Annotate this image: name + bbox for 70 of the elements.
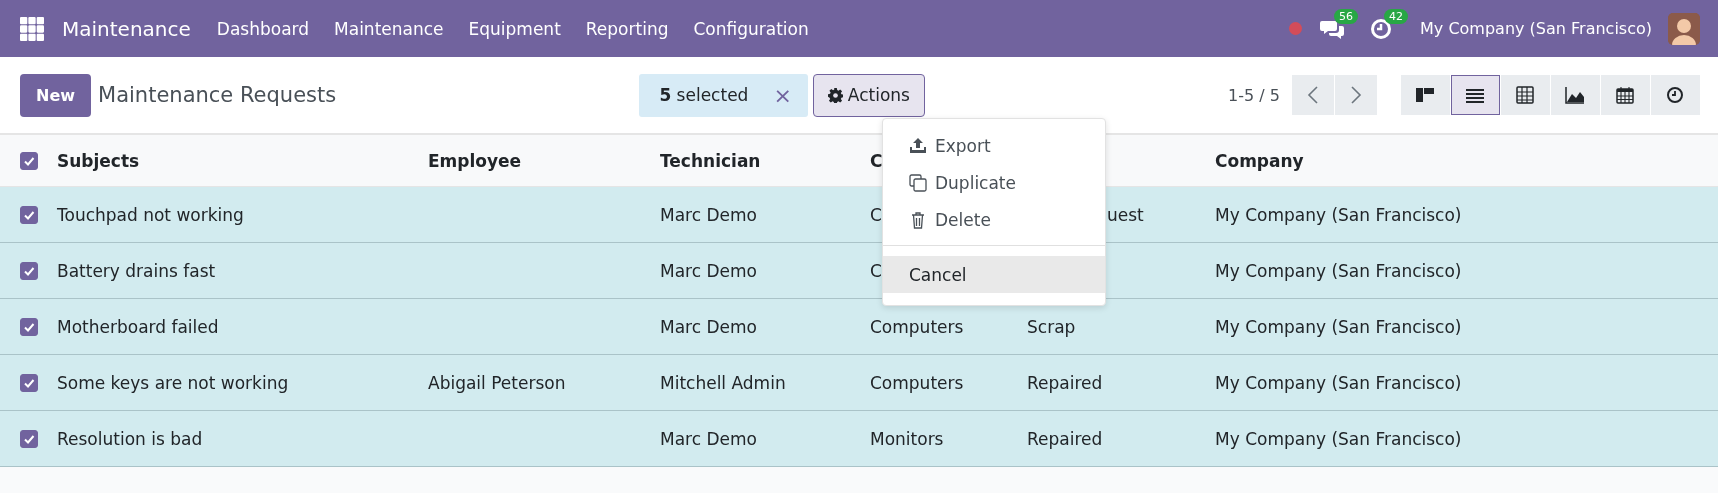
checkbox[interactable] [20,151,38,170]
view-switch-button[interactable] [1451,75,1500,115]
kanban-icon [1415,86,1436,104]
menu-item[interactable]: Export [883,127,1105,164]
clear-selection-button[interactable]: × [773,82,792,108]
table-cell-text: Mitchell Admin [660,372,787,393]
area-chart-icon [1565,86,1586,104]
avatar[interactable] [1668,12,1700,45]
pager-value: 1-5 / 5 [1228,85,1280,105]
gear-icon [827,87,843,103]
checkbox[interactable] [20,317,38,336]
table-cell: Computers [870,316,964,337]
table-cell-text: Marc Demo [660,428,758,449]
table-cell: Repaired [1027,428,1103,449]
table-cell-text: Touchpad not working [57,204,245,225]
table-cell-text: Marc Demo [660,316,758,337]
table-icon [1515,86,1536,104]
upload-icon [909,136,927,155]
company-switcher[interactable]: My Company (San Francisco) [1420,19,1652,38]
checkbox[interactable] [20,373,38,392]
table-cell: C [870,260,882,281]
cancel-menu-item[interactable]: Cancel [883,256,1105,293]
table-cell-text: Marc Demo [660,260,758,281]
table-cell-text: Resolution is bad [57,428,204,449]
checkbox[interactable] [20,261,38,280]
checkbox[interactable] [20,429,38,448]
menu-item[interactable]: Maintenance [334,18,444,39]
table-cell: Computers [870,372,964,393]
table-cell-text: My Company (San Francisco) [1215,316,1463,337]
activity-count-badge: 42 [1384,8,1409,24]
menu-item[interactable]: Delete [883,201,1105,238]
clock-icon [1665,86,1686,104]
table-cell-text: My Company (San Francisco) [1215,372,1463,393]
table-cell: Monitors [870,428,944,449]
copy-icon [909,173,927,192]
menu-item[interactable]: Equipment [468,18,561,39]
table-cell-text: Battery drains fast [57,260,217,281]
table-cell: Repaired [1027,372,1103,393]
table-cell-text: Some keys are not working [57,372,290,393]
table-cell-text: My Company (San Francisco) [1215,204,1463,225]
status-dot-icon [1289,22,1303,35]
table-cell-text: Abigail Peterson [428,372,567,393]
column-header[interactable]: Subjects [57,150,428,171]
checkbox[interactable] [20,205,38,224]
menu-item[interactable]: Dashboard [216,18,310,39]
new-button[interactable]: New [20,73,92,117]
trash-icon [909,210,927,229]
calendar-icon [1615,86,1636,104]
menu-item[interactable]: Configuration [693,18,809,39]
column-header[interactable]: Technician [660,150,870,171]
menu-item[interactable]: Reporting [585,18,669,39]
menu-item[interactable]: Duplicate [883,164,1105,201]
chevron-right-icon [1349,86,1363,104]
table-cell-text: Marc Demo [660,204,758,225]
message-count-badge: 56 [1334,8,1359,24]
chevron-left-icon [1306,86,1320,104]
page-title: Maintenance Requests [98,83,337,107]
column-header[interactable]: Employee [428,150,660,171]
list-icon [1465,86,1486,104]
table-cell-text: My Company (San Francisco) [1215,260,1463,281]
app-name[interactable]: Maintenance [62,16,191,41]
column-header[interactable]: Company [1215,150,1718,171]
table-cell: Scrap [1027,316,1076,337]
apps-menu-icon[interactable] [20,16,44,41]
table-cell-text: My Company (San Francisco) [1215,428,1463,449]
selection-count: 5 selected [659,85,749,105]
table-cell: uest [1107,204,1144,225]
actions-button[interactable]: Actions [812,73,925,117]
table-cell-text: Motherboard failed [57,316,220,337]
table-cell: C [870,204,882,225]
